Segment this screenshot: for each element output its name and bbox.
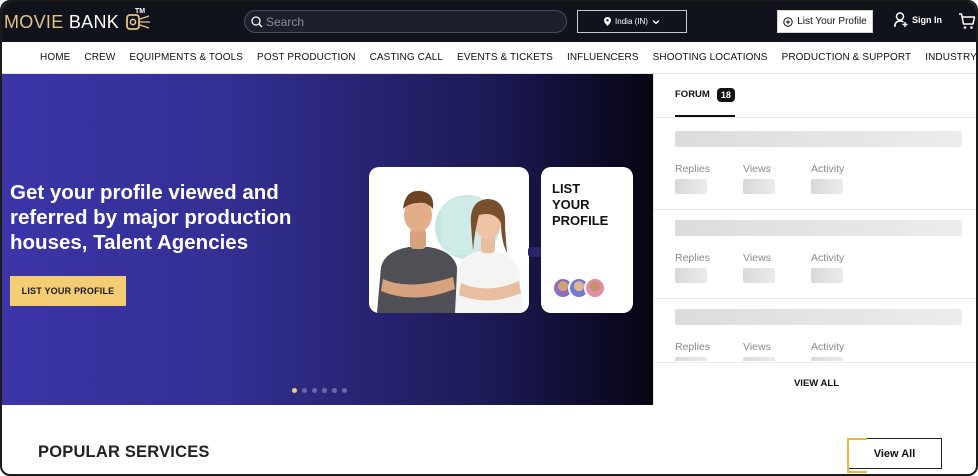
stat-replies: Replies — [675, 163, 743, 194]
location-label: India (IN) — [615, 17, 648, 26]
location-select[interactable]: India (IN) — [577, 10, 687, 33]
search-icon — [251, 15, 263, 27]
thread-stats: Replies Views Activity — [675, 252, 962, 283]
stat-activity: Activity — [811, 252, 879, 283]
divider — [654, 298, 976, 299]
forum-header: FORUM 18 — [654, 74, 976, 118]
stat-views: Views — [743, 252, 811, 283]
nav-item-industry-jobs[interactable]: INDUSTRY JOBS — [925, 52, 976, 63]
thread-title-placeholder — [675, 131, 962, 147]
nav-item-influencers[interactable]: INFLUENCERS — [567, 52, 639, 63]
stat-activity: Activity — [811, 163, 879, 194]
carousel-dot[interactable] — [332, 388, 337, 393]
thread-stats: Replies Views Activity — [675, 163, 962, 194]
hero-list-profile-card[interactable]: LIST YOUR PROFILE — [541, 167, 633, 313]
divider — [654, 362, 976, 363]
logo[interactable]: MOVIE BANK TM — [4, 8, 151, 35]
cart-icon[interactable] — [958, 12, 976, 30]
tab-forum[interactable]: FORUM 18 — [675, 74, 735, 117]
forum-thread[interactable]: Replies Views Activity — [675, 131, 962, 194]
logo-text: MOVIE BANK — [4, 11, 120, 32]
forum-tab-label: FORUM — [675, 89, 710, 100]
forum-thread[interactable]: Replies Views Activity — [675, 220, 962, 283]
search-box[interactable] — [244, 10, 567, 33]
main-nav: HOME CREW EQUIPMENTS & TOOLS POST PRODUC… — [2, 42, 976, 74]
people-illustration — [377, 190, 523, 313]
forum-count-badge: 18 — [716, 87, 735, 102]
nav-item-equipments-tools[interactable]: EQUIPMENTS & TOOLS — [129, 52, 243, 63]
carousel-dot[interactable] — [342, 388, 347, 393]
page: MOVIE BANK TM India (IN) — [0, 0, 978, 476]
stat-views: Views — [743, 163, 811, 194]
hero-list-profile-button[interactable]: LIST YOUR PROFILE — [10, 276, 126, 306]
trademark: TM — [135, 8, 146, 15]
sign-in-label: Sign In — [912, 15, 942, 25]
carousel-dots — [292, 388, 347, 393]
hero-title: Get your profile viewed and referred by … — [10, 181, 292, 254]
hero-banner: Get your profile viewed and referred by … — [2, 74, 653, 405]
nav-item-events-tickets[interactable]: EVENTS & TICKETS — [457, 52, 553, 63]
nav-item-home[interactable]: HOME — [40, 52, 70, 63]
carousel-dot[interactable] — [322, 388, 327, 393]
thread-stats: Replies Views Activity — [675, 341, 962, 361]
stat-replies: Replies — [675, 252, 743, 283]
forum-thread[interactable]: Replies Views Activity — [675, 309, 962, 361]
carousel-dot[interactable] — [312, 388, 317, 393]
thread-title-placeholder — [675, 220, 962, 236]
sign-in-button[interactable]: Sign In — [894, 12, 942, 28]
avatar — [584, 277, 606, 299]
forum-view-all-link[interactable]: VIEW ALL — [654, 370, 976, 396]
forum-panel: FORUM 18 Replies Views Activity Replies … — [653, 74, 976, 405]
search-input[interactable] — [266, 14, 556, 29]
divider — [654, 209, 976, 210]
stat-replies: Replies — [675, 341, 743, 361]
plus-circle-icon — [783, 16, 793, 27]
list-your-profile-label: List Your Profile — [797, 16, 867, 27]
carousel-dot[interactable] — [292, 388, 297, 393]
list-your-profile-button[interactable]: List Your Profile — [777, 10, 873, 33]
stat-activity: Activity — [811, 341, 879, 361]
thread-title-placeholder — [675, 309, 962, 325]
chevron-down-icon — [652, 19, 660, 24]
nav-item-production-support[interactable]: PRODUCTION & SUPPORT — [782, 52, 912, 63]
stat-views: Views — [743, 341, 811, 361]
nav-item-shooting-locations[interactable]: SHOOTING LOCATIONS — [653, 52, 768, 63]
location-pin-icon — [604, 17, 612, 26]
popular-services-heading: POPULAR SERVICES — [38, 443, 210, 461]
nav-item-casting-call[interactable]: CASTING CALL — [370, 52, 443, 63]
user-add-icon — [894, 12, 908, 28]
top-bar: MOVIE BANK TM India (IN) — [2, 2, 976, 42]
nav-item-crew[interactable]: CREW — [84, 52, 115, 63]
avatar-group — [552, 277, 606, 299]
nav-item-post-production[interactable]: POST PRODUCTION — [257, 52, 356, 63]
carousel-dot[interactable] — [302, 388, 307, 393]
popular-view-all-button[interactable]: View All — [847, 438, 942, 473]
hero-photo-card — [369, 167, 529, 313]
card-connector — [528, 247, 542, 257]
card-label: LIST YOUR PROFILE — [552, 181, 609, 228]
